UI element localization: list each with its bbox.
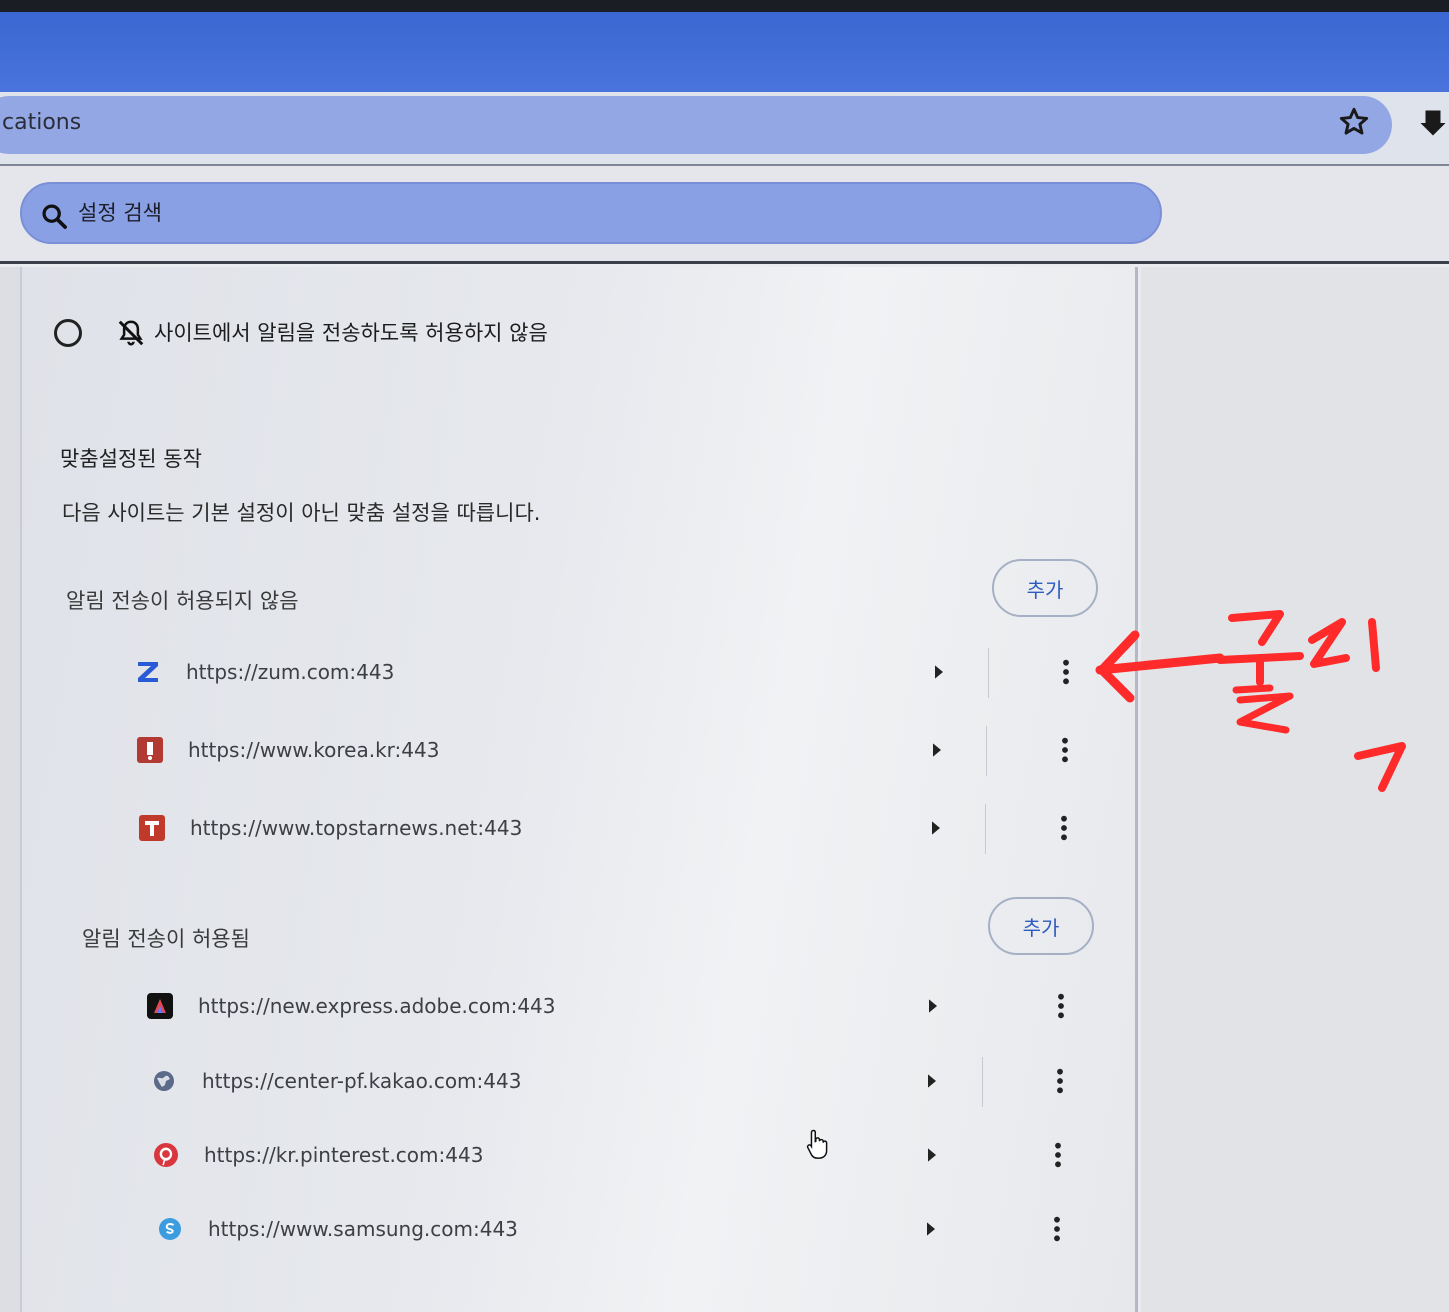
arrow-right-icon[interactable] [925, 1073, 939, 1089]
globe-icon [150, 1067, 178, 1095]
screen-bezel [0, 0, 1449, 12]
settings-search-input[interactable] [78, 196, 678, 230]
extension-download-icon[interactable] [1418, 108, 1448, 138]
more-vert-icon[interactable] [1054, 1067, 1066, 1095]
site-url[interactable]: https://www.topstarnews.net:443 [190, 816, 522, 840]
block-notifications-option[interactable]: 사이트에서 알림을 전송하도록 허용하지 않음 [54, 315, 954, 355]
arrow-right-icon[interactable] [930, 742, 944, 758]
arrow-right-icon[interactable] [929, 820, 943, 836]
more-vert-icon[interactable] [1058, 814, 1070, 842]
custom-behavior-description: 다음 사이트는 기본 설정이 아닌 맞춤 설정을 따릅니다. [62, 501, 541, 525]
left-margin [0, 267, 20, 1312]
custom-behavior-title: 맞춤설정된 동작 [60, 447, 202, 471]
right-empty-area [1141, 267, 1449, 1312]
add-allowed-site-button[interactable]: 추가 [988, 897, 1094, 955]
bookmark-star-icon[interactable] [1338, 106, 1370, 138]
notifications-settings-card: 사이트에서 알림을 전송하도록 허용하지 않음 맞춤설정된 동작 다음 사이트는… [20, 267, 1138, 1312]
divider [986, 726, 987, 776]
browser-title-bar [0, 12, 1449, 92]
site-row[interactable]: https://kr.pinterest.com:443 [152, 1131, 1112, 1181]
arrow-right-icon[interactable] [926, 998, 940, 1014]
site-url[interactable]: https://www.korea.kr:443 [188, 738, 439, 762]
divider [988, 648, 989, 698]
site-row[interactable]: https://www.samsung.com:443 [156, 1205, 1116, 1255]
pinterest-icon [152, 1141, 180, 1169]
toolbar: cations [0, 92, 1449, 166]
arrow-right-icon[interactable] [924, 1221, 938, 1237]
block-option-label: 사이트에서 알림을 전송하도록 허용하지 않음 [154, 321, 548, 345]
address-bar[interactable]: cations [0, 96, 1392, 154]
site-row[interactable]: https://center-pf.kakao.com:443 [150, 1057, 1110, 1107]
site-row[interactable]: https://new.express.adobe.com:443 [146, 982, 1106, 1032]
arrow-right-icon[interactable] [932, 664, 946, 680]
site-url[interactable]: https://kr.pinterest.com:443 [204, 1143, 483, 1167]
samsung-s-icon [156, 1215, 184, 1243]
adobe-express-icon [146, 992, 174, 1020]
address-text: cations [2, 110, 82, 135]
site-row[interactable]: https://zum.com:443 [134, 648, 1094, 698]
site-url[interactable]: https://www.samsung.com:443 [208, 1217, 518, 1241]
korea-kr-icon [136, 736, 164, 764]
site-url[interactable]: https://zum.com:443 [186, 660, 394, 684]
topstarnews-t-icon [138, 814, 166, 842]
more-vert-icon[interactable] [1060, 658, 1072, 686]
divider [985, 804, 986, 854]
more-vert-icon[interactable] [1051, 1215, 1063, 1243]
search-box[interactable] [20, 182, 1162, 244]
settings-search-bar [0, 166, 1449, 264]
blocked-group-header: 알림 전송이 허용되지 않음 [66, 589, 299, 613]
search-icon [42, 204, 67, 229]
site-url[interactable]: https://center-pf.kakao.com:443 [202, 1069, 521, 1093]
site-row[interactable]: https://www.korea.kr:443 [136, 726, 1096, 776]
more-vert-icon[interactable] [1052, 1141, 1064, 1169]
zum-z-icon [134, 658, 162, 686]
bell-off-icon [118, 320, 144, 346]
divider [982, 1057, 983, 1107]
allowed-group-header: 알림 전송이 허용됨 [82, 927, 250, 951]
site-row[interactable]: https://www.topstarnews.net:443 [138, 804, 1098, 854]
radio-button[interactable] [54, 319, 82, 347]
site-url[interactable]: https://new.express.adobe.com:443 [198, 994, 556, 1018]
hand-cursor-icon [806, 1129, 828, 1159]
arrow-right-icon[interactable] [925, 1147, 939, 1163]
more-vert-icon[interactable] [1059, 736, 1071, 764]
more-vert-icon[interactable] [1055, 992, 1067, 1020]
add-blocked-site-button[interactable]: 추가 [992, 559, 1098, 617]
